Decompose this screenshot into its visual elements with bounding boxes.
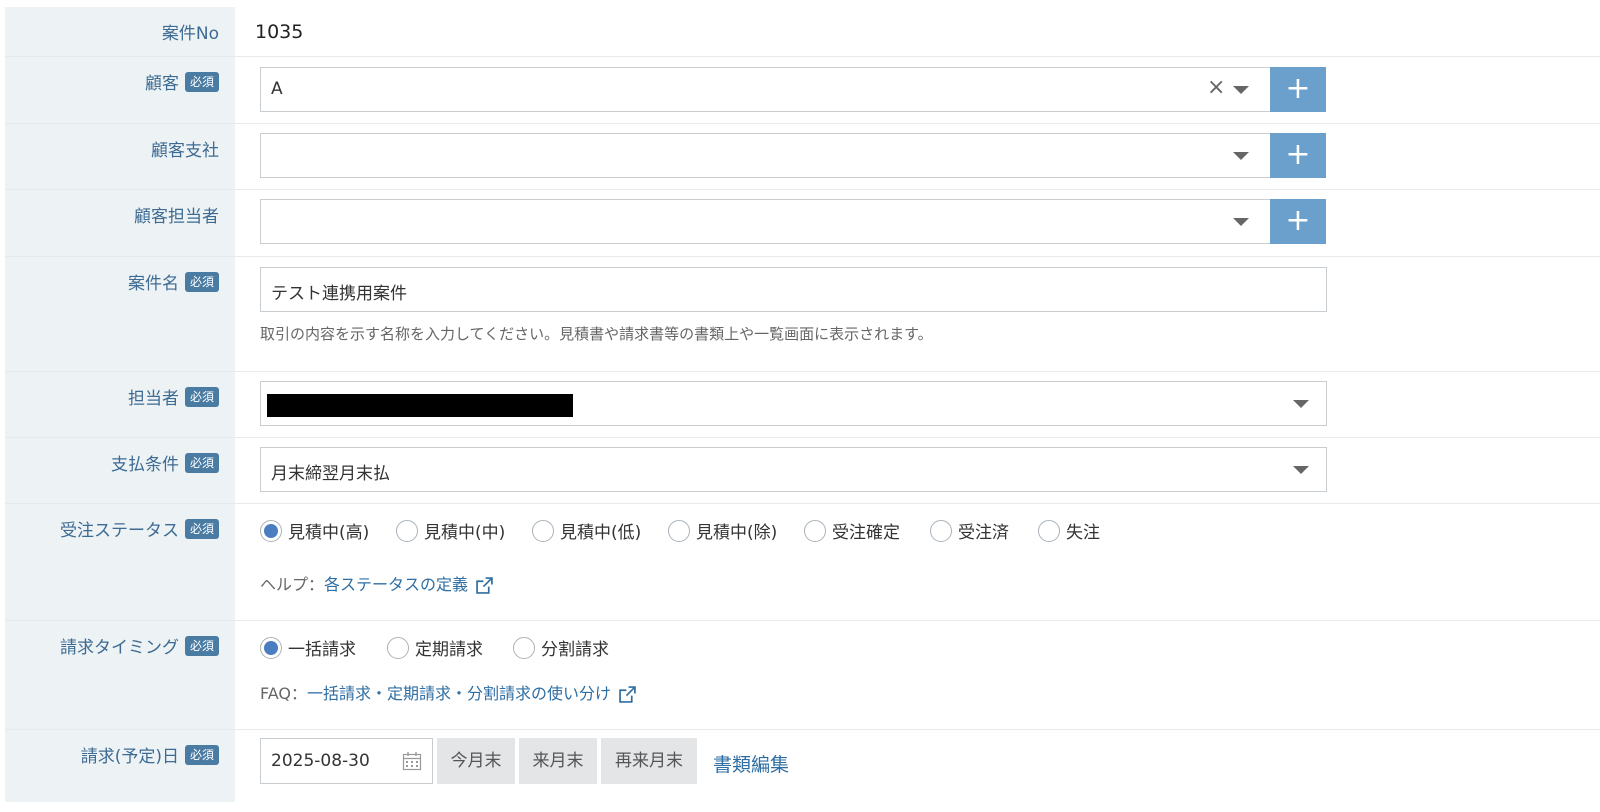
status-radio-ordered[interactable]: 受注済 (930, 518, 1009, 543)
row-billing-timing: 請求タイミング 必須 一括請求 定期請求 分割請求 FAQ：一括請求・定期請求・分… (5, 621, 1600, 730)
payment-terms-select[interactable]: 月末締翌月末払 (260, 447, 1327, 492)
required-badge: 必須 (184, 386, 219, 407)
case-name-input[interactable]: テスト連携用案件 (260, 267, 1327, 312)
case-no-value: 1035 (255, 21, 304, 43)
faq-prefix: FAQ： (260, 684, 307, 703)
external-link-icon[interactable] (619, 686, 636, 703)
radio-label: 分割請求 (541, 640, 609, 660)
row-payment-terms: 支払条件 必須 月末締翌月末払 (5, 438, 1600, 504)
required-badge: 必須 (184, 518, 219, 539)
redacted-owner-name (267, 394, 573, 417)
radio-unchecked[interactable] (532, 519, 554, 542)
customer-contact-select[interactable] (260, 199, 1272, 244)
billing-date-input[interactable]: 2025-08-30 (260, 738, 433, 784)
radio-checked[interactable] (260, 636, 282, 659)
payment-terms-value: 月末締翌月末払 (271, 464, 390, 484)
case-form: 案件No 1035 顧客 必須 A × + 顧客支社 + 顧客担当者 + 案件名… (5, 7, 1600, 802)
radio-unchecked[interactable] (513, 636, 535, 659)
required-badge: 必須 (184, 452, 219, 473)
row-customer: 顧客 必須 A × + (5, 57, 1600, 124)
radio-unchecked[interactable] (396, 519, 418, 542)
required-badge: 必須 (184, 635, 219, 656)
add-contact-button[interactable]: + (1270, 199, 1326, 244)
row-case-name: 案件名 必須 テスト連携用案件 取引の内容を示す名称を入力してください。見積書や請… (5, 257, 1600, 372)
customer-contact-label: 顧客担当者 (5, 190, 235, 256)
help-prefix: ヘルプ： (260, 575, 325, 594)
radio-label: 一括請求 (288, 640, 356, 660)
billing-radio-split[interactable]: 分割請求 (513, 635, 609, 660)
radio-label: 見積中(除) (696, 523, 778, 543)
radio-label: 受注済 (958, 523, 1009, 543)
customer-branch-select[interactable] (260, 133, 1272, 178)
status-radio-order-confirmed[interactable]: 受注確定 (804, 518, 900, 543)
row-owner: 担当者 必須 (5, 372, 1600, 438)
case-name-value: テスト連携用案件 (271, 284, 407, 304)
case-name-label: 案件名 必須 (5, 257, 235, 371)
status-radio-lost[interactable]: 失注 (1038, 518, 1100, 543)
billing-faq: FAQ：一括請求・定期請求・分割請求の使い分け (260, 680, 636, 704)
radio-label: 見積中(中) (424, 523, 506, 543)
radio-label: 失注 (1066, 523, 1100, 543)
status-definition-link[interactable]: 各ステータスの定義 (324, 575, 468, 594)
radio-unchecked[interactable] (1038, 519, 1060, 542)
required-badge: 必須 (184, 744, 219, 765)
status-radio-estimating-excluded[interactable]: 見積中(除) (668, 518, 777, 543)
customer-label: 顧客 必須 (5, 57, 235, 123)
chevron-down-icon (1233, 218, 1249, 226)
clear-icon[interactable]: × (1207, 75, 1225, 100)
row-customer-contact: 顧客担当者 + (5, 190, 1600, 257)
order-status-label: 受注ステータス 必須 (5, 504, 235, 620)
end-of-this-month-button[interactable]: 今月末 (437, 738, 515, 784)
owner-select[interactable] (260, 381, 1327, 426)
radio-label: 見積中(高) (288, 523, 370, 543)
owner-label: 担当者 必須 (5, 372, 235, 437)
chevron-down-icon (1293, 400, 1309, 408)
radio-checked[interactable] (260, 519, 282, 542)
customer-select[interactable]: A × (260, 67, 1272, 112)
calendar-icon[interactable] (402, 751, 422, 771)
chevron-down-icon (1293, 466, 1309, 474)
add-branch-button[interactable]: + (1270, 133, 1326, 178)
status-radio-estimating-high[interactable]: 見積中(高) (260, 518, 369, 543)
radio-label: 定期請求 (415, 640, 483, 660)
required-badge: 必須 (184, 271, 219, 292)
external-link-icon[interactable] (476, 577, 493, 594)
radio-label: 見積中(低) (560, 523, 642, 543)
billing-radio-lump-sum[interactable]: 一括請求 (260, 635, 356, 660)
end-of-next-month-button[interactable]: 来月末 (519, 738, 597, 784)
billing-date-value: 2025-08-30 (271, 751, 370, 771)
row-order-status: 受注ステータス 必須 見積中(高) 見積中(中) 見積中(低) 見積中(除) 受注… (5, 504, 1600, 621)
row-customer-branch: 顧客支社 + (5, 124, 1600, 190)
status-radio-estimating-low[interactable]: 見積中(低) (532, 518, 641, 543)
billing-faq-link[interactable]: 一括請求・定期請求・分割請求の使い分け (307, 684, 611, 703)
payment-terms-label: 支払条件 必須 (5, 438, 235, 503)
status-help: ヘルプ：各ステータスの定義 (260, 571, 493, 595)
row-case-no: 案件No 1035 (5, 7, 1600, 57)
customer-select-value: A (271, 79, 283, 99)
billing-radio-recurring[interactable]: 定期請求 (387, 635, 483, 660)
chevron-down-icon (1233, 152, 1249, 160)
radio-unchecked[interactable] (387, 636, 409, 659)
billing-timing-label: 請求タイミング 必須 (5, 621, 235, 729)
customer-branch-label: 顧客支社 (5, 124, 235, 189)
radio-label: 受注確定 (832, 523, 900, 543)
radio-unchecked[interactable] (668, 519, 690, 542)
radio-unchecked[interactable] (930, 519, 952, 542)
edit-documents-link[interactable]: 書類編集 (713, 750, 789, 777)
case-no-label: 案件No (5, 7, 235, 56)
chevron-down-icon (1233, 86, 1249, 94)
add-customer-button[interactable]: + (1270, 67, 1326, 112)
billing-date-label: 請求(予定)日 必須 (5, 730, 235, 802)
case-name-hint: 取引の内容を示す名称を入力してください。見積書や請求書等の書類上や一覧画面に表示… (260, 325, 933, 343)
required-badge: 必須 (184, 71, 219, 92)
radio-unchecked[interactable] (804, 519, 826, 542)
end-of-month-after-next-button[interactable]: 再来月末 (601, 738, 697, 784)
status-radio-estimating-mid[interactable]: 見積中(中) (396, 518, 505, 543)
row-billing-date: 請求(予定)日 必須 2025-08-30 今月末 来月末 再来月末 書類編集 (5, 730, 1600, 802)
